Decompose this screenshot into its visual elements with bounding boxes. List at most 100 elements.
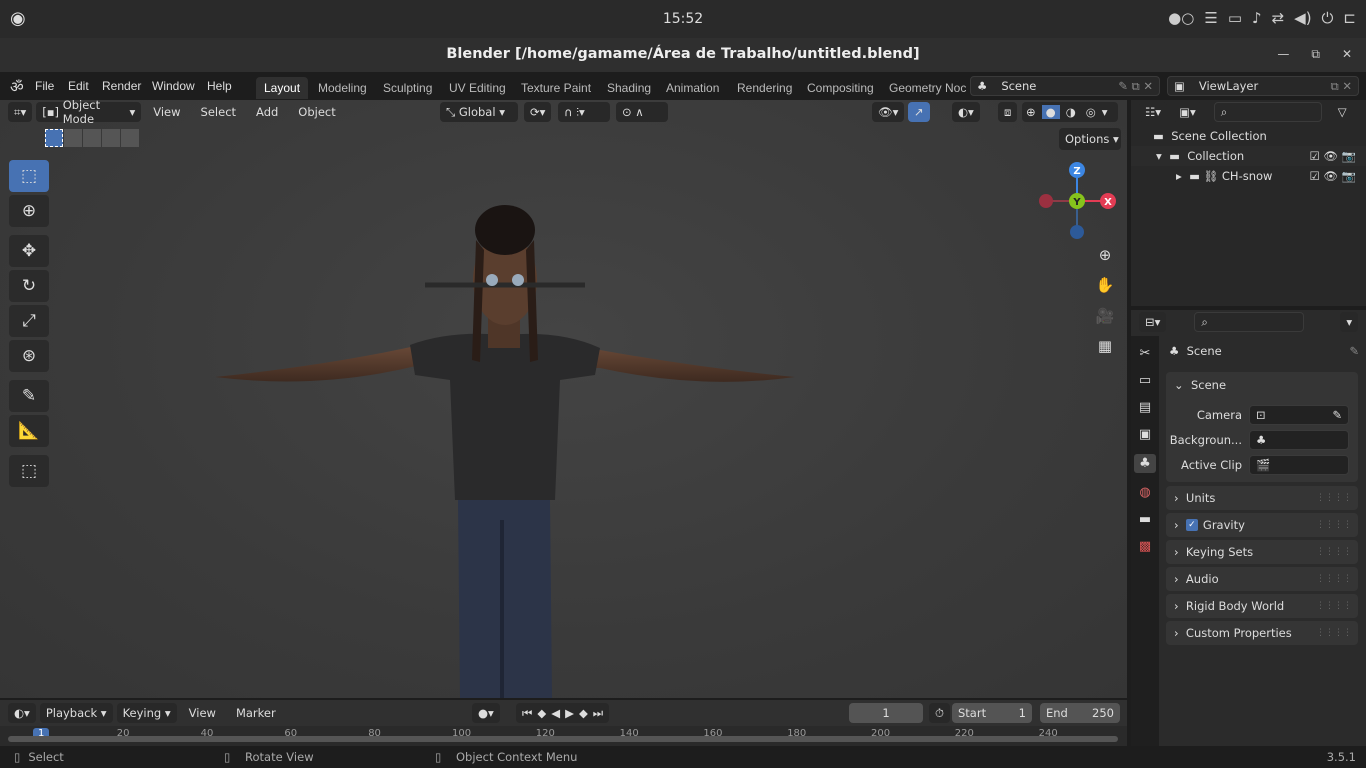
perspective-grid-icon[interactable]: ▦ xyxy=(1093,334,1117,358)
minimize-button[interactable]: — xyxy=(1277,47,1289,62)
tool-tab-icon[interactable]: ✂ xyxy=(1140,346,1151,361)
menu-window[interactable]: Window xyxy=(152,79,195,93)
timeline-scrollbar[interactable] xyxy=(8,736,1118,742)
end-frame-field[interactable]: End 250 xyxy=(1040,703,1120,723)
menu-render[interactable]: Render xyxy=(102,79,141,93)
tab-uv-editing[interactable]: UV Editing xyxy=(449,81,506,95)
texture-tab-icon[interactable]: ▩ xyxy=(1139,539,1151,554)
transform-tool[interactable]: ⊛ xyxy=(9,340,49,372)
pivot-dropdown[interactable]: ⟳▾ xyxy=(524,102,552,122)
current-frame-field[interactable]: 1 xyxy=(849,703,923,723)
properties-search-input[interactable]: ⌕ xyxy=(1194,312,1305,332)
visibility-dropdown[interactable]: 👁▾ xyxy=(872,102,905,122)
keying-menu[interactable]: Keying ▾ xyxy=(116,703,177,723)
annotate-tool[interactable]: ✎ xyxy=(9,380,49,412)
panel-rigid-body-world[interactable]: › Rigid Body World ⋮⋮⋮⋮ xyxy=(1166,594,1358,618)
panel-keying-sets[interactable]: › Keying Sets ⋮⋮⋮⋮ xyxy=(1166,540,1358,564)
material-shading-icon[interactable]: ◑ xyxy=(1062,105,1080,119)
tab-sculpting[interactable]: Sculpting xyxy=(383,81,432,95)
pan-hand-icon[interactable]: ✋ xyxy=(1093,273,1117,297)
shading-modes[interactable]: ⊕ ● ◑ ◎ ▾ xyxy=(1022,102,1118,122)
timeline-editor-type[interactable]: ◐▾ xyxy=(8,703,36,723)
panel-units[interactable]: › Units ⋮⋮⋮⋮ xyxy=(1166,486,1358,510)
stopwatch-icon[interactable]: ⏱ xyxy=(929,703,950,723)
tab-layout[interactable]: Layout xyxy=(256,77,309,99)
next-keyframe-icon[interactable]: ◆ xyxy=(579,706,588,720)
mode-dropdown[interactable]: [▪] Object Mode ▾ xyxy=(36,98,142,126)
background-scene-field[interactable]: ♣ xyxy=(1249,430,1349,450)
tab-modeling[interactable]: Modeling xyxy=(318,81,367,95)
orientation-dropdown[interactable]: ⤡ Global ▾ xyxy=(440,102,518,122)
rendered-shading-icon[interactable]: ◎ xyxy=(1082,105,1100,119)
output-tab-icon[interactable]: ▤ xyxy=(1139,400,1151,415)
row-toggles[interactable]: ☑ 👁 📷 xyxy=(1309,169,1356,183)
rotate-tool[interactable]: ↻ xyxy=(9,270,49,302)
tab-animation[interactable]: Animation xyxy=(666,81,719,95)
panel-custom-properties[interactable]: › Custom Properties ⋮⋮⋮⋮ xyxy=(1166,621,1358,645)
scene-name[interactable]: Scene xyxy=(1001,79,1036,93)
menu-add[interactable]: Add xyxy=(248,105,286,119)
render-tab-icon[interactable]: ▭ xyxy=(1139,373,1151,388)
proportional-edit-toggle[interactable]: ⊙ ∧ xyxy=(616,102,668,122)
camera-field[interactable]: ⊡ ✎ xyxy=(1249,405,1349,425)
play-reverse-icon[interactable]: ◀ xyxy=(551,706,560,720)
menu-select[interactable]: Select xyxy=(193,105,244,119)
gravity-checkbox[interactable]: ✓ xyxy=(1185,519,1198,531)
volume-icon[interactable]: ◀) xyxy=(1294,9,1311,27)
jump-end-icon[interactable]: ⏭ xyxy=(593,706,603,721)
maximize-button[interactable]: ⧉ xyxy=(1311,47,1320,62)
folder-icon[interactable]: ▭ xyxy=(1228,9,1242,27)
eyedropper-icon[interactable]: ✎ xyxy=(1332,408,1342,422)
power-icon[interactable]: ⏻ xyxy=(1322,9,1334,27)
add-cube-tool[interactable]: ⬚ xyxy=(9,455,49,487)
jump-start-icon[interactable]: ⏮ xyxy=(522,706,532,721)
select-box-tool[interactable]: ⬚ xyxy=(9,160,49,192)
viewlayer-selector[interactable]: ▣ ViewLayer ⧉ ✕ xyxy=(1167,76,1359,96)
play-icon[interactable]: ▶ xyxy=(565,706,574,720)
panel-audio[interactable]: › Audio ⋮⋮⋮⋮ xyxy=(1166,567,1358,591)
auto-keying-toggle[interactable]: ●▾ xyxy=(472,703,500,723)
outliner-display-mode[interactable]: ☷▾ xyxy=(1139,102,1168,122)
menu-icon[interactable]: ☰ xyxy=(1204,9,1217,27)
xray-toggle[interactable]: ⧈ xyxy=(998,102,1018,122)
outliner-row-scene-collection[interactable]: ▬ Scene Collection xyxy=(1131,126,1366,146)
options-dropdown[interactable]: Options ▾ xyxy=(1059,128,1121,150)
outliner-filter-layer[interactable]: ▣▾ xyxy=(1173,102,1202,122)
snap-toggle[interactable]: ∩ ⫶▾ xyxy=(558,102,610,122)
zoom-icon[interactable]: ⊕ xyxy=(1093,243,1117,267)
editor-type-button[interactable]: ⌗▾ xyxy=(8,102,33,122)
timeline-view-menu[interactable]: View xyxy=(181,706,224,720)
menu-object[interactable]: Object xyxy=(290,105,343,119)
expand-arrow-icon[interactable]: ▾ xyxy=(1156,149,1169,163)
view-layer-tab-icon[interactable]: ▣ xyxy=(1139,427,1151,442)
select-new-icon[interactable] xyxy=(45,129,63,147)
workspace-indicator-icon[interactable]: ●○ xyxy=(1168,9,1194,27)
panel-gravity[interactable]: › ✓ Gravity ⋮⋮⋮⋮ xyxy=(1166,513,1358,537)
scale-tool[interactable]: ⤢ xyxy=(9,305,49,337)
active-clip-field[interactable]: 🎬 xyxy=(1249,455,1349,475)
scene-panel-header[interactable]: ⌄ Scene xyxy=(1174,378,1226,392)
close-button[interactable]: ✕ xyxy=(1342,47,1352,62)
row-toggles[interactable]: ☑ 👁 📷 xyxy=(1309,149,1356,163)
3d-viewport[interactable] xyxy=(0,100,1127,698)
marker-menu[interactable]: Marker xyxy=(228,706,284,720)
bell-icon[interactable]: ♪ xyxy=(1252,9,1262,27)
camera-view-icon[interactable]: 🎥 xyxy=(1093,304,1117,328)
menu-file[interactable]: File xyxy=(35,79,54,93)
outliner-search-input[interactable]: ⌕ xyxy=(1213,102,1322,122)
blender-logo-icon[interactable]: ॐ xyxy=(10,77,24,97)
gizmo-toggle[interactable]: ↗ xyxy=(908,102,930,122)
expand-arrow-icon[interactable]: ▸ xyxy=(1176,169,1189,183)
properties-editor-type[interactable]: ⊟▾ xyxy=(1139,312,1167,332)
tab-compositing[interactable]: Compositing xyxy=(807,81,874,95)
new-viewlayer-icon[interactable]: ⧉ ✕ xyxy=(1330,79,1352,94)
pin-icon[interactable]: ✎ ⧉ ✕ xyxy=(1118,79,1153,94)
wireframe-shading-icon[interactable]: ⊕ xyxy=(1022,105,1040,119)
viewlayer-name[interactable]: ViewLayer xyxy=(1199,79,1258,93)
filter-icon[interactable]: ▽ xyxy=(1338,105,1347,119)
outliner-row-ch-snow[interactable]: ▸ ▬ ⛓ CH-snow ☑ 👁 📷 xyxy=(1131,166,1366,186)
tab-texture-paint[interactable]: Texture Paint xyxy=(521,81,591,95)
outliner-row-collection[interactable]: ▾ ▬ Collection ☑ 👁 📷 xyxy=(1131,146,1366,166)
select-extend-icon[interactable] xyxy=(64,129,82,147)
menu-help[interactable]: Help xyxy=(207,79,232,93)
